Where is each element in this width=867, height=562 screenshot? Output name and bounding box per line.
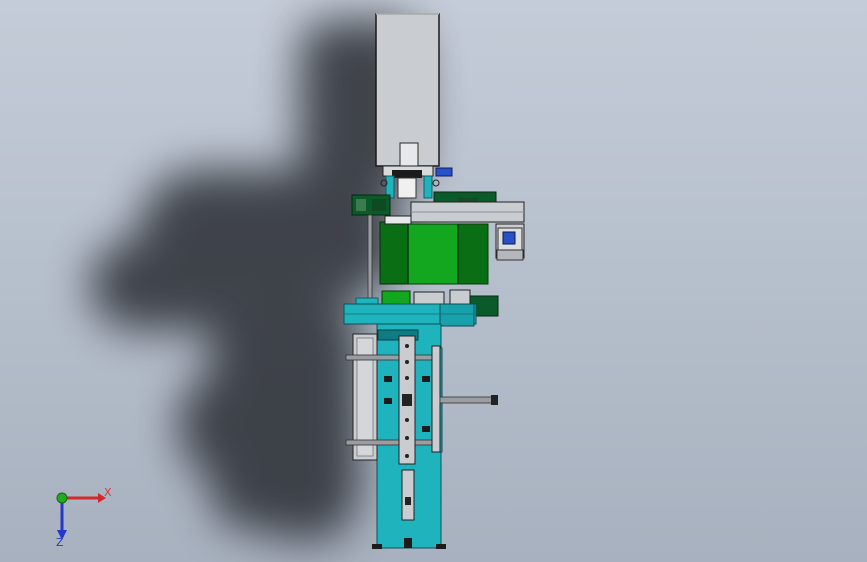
upper-rod bbox=[345, 354, 435, 361]
y-axis-dot bbox=[56, 492, 68, 504]
housing-slot bbox=[399, 142, 419, 169]
orientation-triad[interactable]: X Z bbox=[40, 480, 120, 550]
base-foot-right bbox=[436, 544, 446, 549]
green-motor[interactable] bbox=[379, 215, 489, 285]
lower-rod bbox=[345, 439, 435, 446]
x-axis-label: X bbox=[104, 486, 112, 499]
cyan-mounting-plate[interactable] bbox=[343, 303, 477, 327]
small-motor[interactable] bbox=[495, 223, 525, 261]
graphics-area[interactable]: X Z bbox=[0, 0, 867, 562]
base-foot-left bbox=[372, 544, 382, 549]
actuator-rod[interactable] bbox=[439, 395, 498, 405]
machine-model[interactable] bbox=[0, 0, 867, 562]
right-bracket[interactable] bbox=[431, 345, 441, 453]
left-guide-rod bbox=[367, 214, 373, 302]
z-axis-label: Z bbox=[56, 536, 64, 549]
